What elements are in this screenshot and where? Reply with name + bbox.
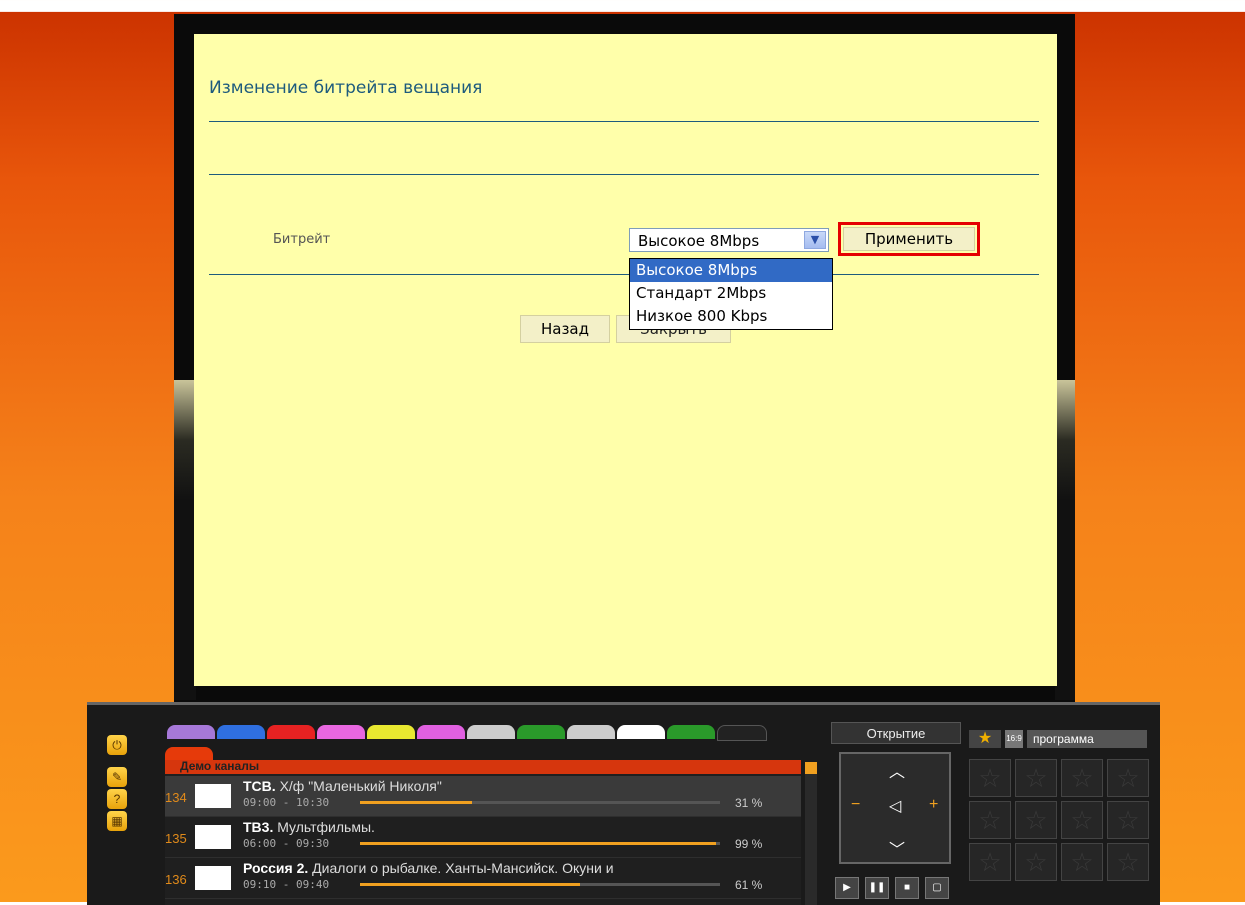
color-tab[interactable] [717,725,767,741]
divider [209,274,1039,275]
favorite-slot[interactable]: ☆ [1061,759,1103,797]
color-tab[interactable] [617,725,665,739]
bitrate-option[interactable]: Низкое 800 Kbps [630,305,832,328]
bitrate-option[interactable]: Высокое 8Mbps [630,259,832,282]
tv-frame-shade-left [174,380,196,700]
channel-show: Мультфильмы. [277,819,375,835]
divider [209,121,1039,122]
bitrate-select-value: Высокое 8Mbps [638,232,760,250]
channel-show: Х/ф "Маленький Николя" [279,778,442,794]
progress-percent: 61 % [735,878,763,892]
star-icon[interactable]: ★ [969,730,1001,748]
favorite-slot[interactable]: ☆ [1015,801,1057,839]
divider [209,174,1039,175]
play-icon[interactable]: ▶ [835,877,859,899]
volume-up-icon[interactable]: + [929,796,938,814]
progress-fill [360,801,472,804]
progress-bar [360,842,720,845]
progress-fill [360,883,580,886]
channel-list: Демо каналы 134 ТСВ. Х/ф "Маленький Нико… [165,760,801,905]
favorite-slot[interactable]: ☆ [1015,759,1057,797]
speaker-icon[interactable]: ◁ [889,796,901,816]
channel-logo [195,866,231,890]
navigation-pad: ︿ ﹀ − ◁ + [839,752,951,864]
channel-title: ТВ3. Мультфильмы. [243,819,375,835]
volume-down-icon[interactable]: − [851,796,860,814]
settings-screen: Изменение битрейта вещания Битрейт Высок… [194,34,1057,686]
channel-name: ТСВ. [243,778,276,794]
channel-list-header: Демо каналы [165,760,801,774]
channel-title: Россия 2. Диалоги о рыбалке. Ханты-Манси… [243,860,614,876]
channel-name: Россия 2. [243,860,309,876]
apply-button-highlight: Применить [838,222,980,256]
channel-list-scrollbar[interactable] [805,762,817,905]
player-control-panel: ⏻ ✎ ? ▦ Демо каналы 134 ТСВ. Х/ф "Малень… [87,702,1160,905]
channel-show: Диалоги о рыбалке. Ханты-Мансийск. Окуни… [312,860,614,876]
favorite-slot[interactable]: ☆ [1061,801,1103,839]
channel-row[interactable]: 135 ТВ3. Мультфильмы. 06:00 - 09:30 99 % [165,817,801,858]
favorite-slot[interactable]: ☆ [1107,801,1149,839]
progress-percent: 31 % [735,796,763,810]
color-tab[interactable] [167,725,215,739]
stop-icon[interactable]: ■ [895,877,919,899]
progress-fill [360,842,717,845]
color-tab[interactable] [567,725,615,739]
grid-icon[interactable]: ▦ [107,811,127,831]
channel-time: 09:00 - 10:30 [243,796,330,809]
playback-control: Открытие ︿ ﹀ − ◁ + ▶ ❚❚ ■ ▢ [831,722,961,902]
favorite-slot[interactable]: ☆ [969,843,1011,881]
color-tab[interactable] [417,725,465,739]
bitrate-dropdown-list: Высокое 8Mbps Стандарт 2Mbps Низкое 800 … [629,258,833,330]
channel-logo [195,784,231,808]
progress-bar [360,801,720,804]
color-tab[interactable] [467,725,515,739]
aspect-ratio-button[interactable]: 16:9 [1005,730,1023,748]
favorite-slot[interactable]: ☆ [1107,843,1149,881]
progress-bar [360,883,720,886]
page-title: Изменение битрейта вещания [209,78,483,98]
bitrate-option[interactable]: Стандарт 2Mbps [630,282,832,305]
channel-number: 135 [165,831,187,846]
progress-percent: 99 % [735,837,763,851]
wrench-icon[interactable]: ✎ [107,767,127,787]
fullscreen-icon[interactable]: ▢ [925,877,949,899]
channel-name: ТВ3. [243,819,274,835]
current-channel-label: Открытие [831,722,961,744]
color-tab[interactable] [217,725,265,739]
channel-time: 06:00 - 09:30 [243,837,330,850]
favorite-slot[interactable]: ☆ [969,759,1011,797]
favorites-panel: ★ 16:9 программа ☆ ☆ ☆ ☆ ☆ ☆ ☆ ☆ ☆ ☆ ☆ ☆ [969,722,1154,902]
channel-number: 136 [165,872,187,887]
color-tab[interactable] [317,725,365,739]
arrow-up-icon[interactable]: ︿ [889,758,905,782]
color-tab[interactable] [367,725,415,739]
favorite-slot[interactable]: ☆ [969,801,1011,839]
power-icon[interactable]: ⏻ [107,735,127,755]
back-button[interactable]: Назад [520,315,610,343]
channel-logo [195,825,231,849]
channel-time: 09:10 - 09:40 [243,878,330,891]
favorite-slot[interactable]: ☆ [1107,759,1149,797]
pause-icon[interactable]: ❚❚ [865,877,889,899]
help-icon[interactable]: ? [107,789,127,809]
color-tab[interactable] [267,725,315,739]
program-guide-button[interactable]: программа [1027,730,1147,748]
bitrate-select[interactable]: Высокое 8Mbps ▼ [629,228,829,252]
bitrate-label: Битрейт [273,232,331,247]
color-tab[interactable] [667,725,715,739]
channel-number: 134 [165,790,187,805]
favorite-slot[interactable]: ☆ [1061,843,1103,881]
tv-frame-shade-right [1055,380,1075,700]
channel-title: ТСВ. Х/ф "Маленький Николя" [243,778,442,794]
chevron-down-icon[interactable]: ▼ [804,231,826,249]
channel-row[interactable]: 134 ТСВ. Х/ф "Маленький Николя" 09:00 - … [165,776,801,817]
favorite-slot[interactable]: ☆ [1015,843,1057,881]
color-tab[interactable] [517,725,565,739]
arrow-down-icon[interactable]: ﹀ [889,836,905,860]
apply-button[interactable]: Применить [843,227,975,251]
channel-row[interactable]: 136 Россия 2. Диалоги о рыбалке. Ханты-М… [165,858,801,899]
scroll-up-arrow[interactable] [805,762,817,774]
